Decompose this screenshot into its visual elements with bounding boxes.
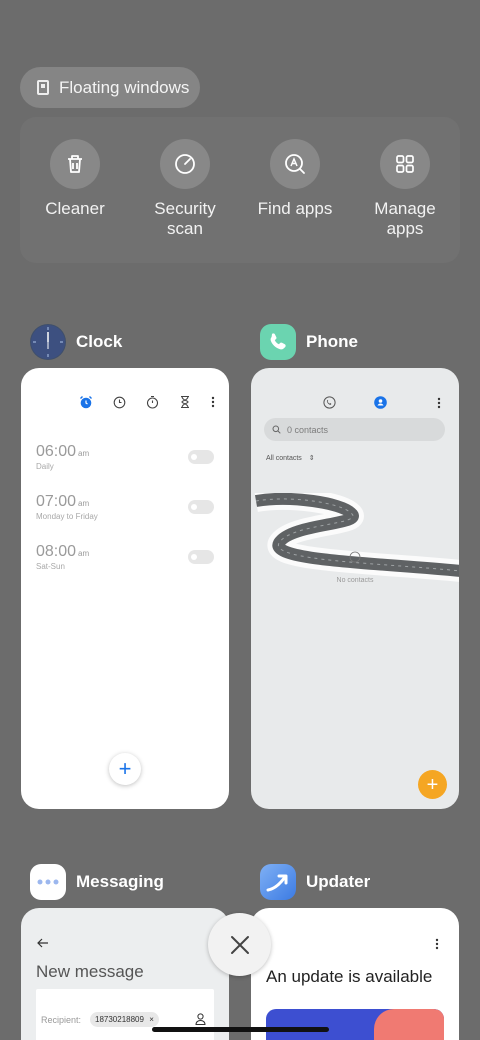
alarm-tab-icon[interactable] — [79, 395, 93, 409]
contact-picker-icon[interactable] — [195, 1013, 206, 1025]
search-icon — [272, 425, 281, 434]
updater-app-icon — [260, 864, 296, 900]
alarm-ampm: am — [78, 499, 90, 508]
add-contact-button[interactable]: + — [418, 770, 447, 799]
alarm-toggle[interactable] — [188, 500, 214, 514]
alarm-ampm: am — [78, 549, 90, 558]
security-scan-button[interactable]: Security scan — [130, 139, 240, 239]
floating-windows-button[interactable]: Floating windows — [20, 67, 200, 108]
call-log-tab-icon[interactable] — [323, 396, 336, 409]
more-options-icon[interactable] — [437, 397, 441, 409]
alarm-repeat: Monday to Friday — [36, 512, 98, 521]
filter-label: All contacts — [266, 455, 302, 462]
more-options-icon[interactable] — [435, 938, 439, 950]
recipient-chip[interactable]: 18730218809 × — [90, 1012, 159, 1027]
find-apps-button[interactable]: Find apps — [240, 139, 350, 219]
phone-app-icon — [260, 324, 296, 360]
update-heading: An update is available — [266, 967, 433, 986]
messaging-app-icon — [30, 864, 66, 900]
recipient-label: Recipient: — [41, 1015, 82, 1025]
alarm-ampm: am — [78, 449, 90, 458]
alarm-time: 06:00 — [36, 443, 77, 460]
alarm-item[interactable]: 07:00 am Monday to Friday — [36, 493, 98, 521]
floating-windows-label: Floating windows — [59, 77, 190, 97]
empty-road-illustration — [254, 493, 459, 582]
grid-icon — [380, 139, 430, 189]
contacts-search-input[interactable]: 0 contacts — [264, 418, 445, 441]
phone-app-header[interactable]: Phone — [260, 324, 358, 360]
alarm-repeat: Sat-Sun — [36, 562, 65, 571]
world-clock-tab-icon[interactable] — [113, 396, 126, 409]
home-indicator[interactable] — [152, 1027, 329, 1032]
alarm-item[interactable]: 08:00 am Sat-Sun — [36, 543, 89, 571]
recipient-chip-number: 18730218809 — [95, 1015, 144, 1024]
manage-apps-button[interactable]: Manage apps — [350, 139, 460, 239]
recipient-field[interactable]: Recipient: 18730218809 × — [36, 989, 214, 1040]
more-options-icon[interactable] — [211, 396, 215, 408]
clock-tabs — [79, 395, 215, 409]
sort-chevron-icon: ⇕ — [308, 455, 315, 462]
phone-tabs — [323, 396, 387, 409]
alarm-time: 08:00 — [36, 543, 77, 560]
search-placeholder: 0 contacts — [287, 424, 329, 435]
contacts-filter-dropdown[interactable]: All contacts ⇕ — [266, 454, 315, 462]
alarm-item[interactable]: 06:00 am Daily — [36, 443, 89, 471]
find-apps-icon — [270, 139, 320, 189]
messaging-app-header[interactable]: Messaging — [30, 864, 164, 900]
remove-recipient-icon[interactable]: × — [149, 1015, 154, 1024]
update-banner-image — [266, 1009, 444, 1040]
phone-app-name: Phone — [306, 332, 358, 351]
empty-state-text: No contacts — [336, 577, 374, 584]
messaging-app-name: Messaging — [76, 872, 164, 891]
clock-app-preview[interactable]: 06:00 am Daily 07:00 am Monday to Friday 0… — [21, 368, 229, 809]
alarm-toggle[interactable] — [188, 550, 214, 564]
alarm-time: 07:00 — [36, 493, 77, 510]
clock-app-header[interactable]: Clock — [30, 324, 122, 360]
phone-app-preview[interactable]: 0 contacts All contacts ⇕ No contacts + — [251, 368, 459, 809]
back-arrow-icon[interactable] — [37, 938, 49, 948]
quick-actions-panel: Cleaner Security scan Find apps Manage a… — [20, 117, 460, 263]
stopwatch-tab-icon[interactable] — [146, 395, 159, 409]
security-scan-label: Security scan — [154, 199, 216, 238]
contacts-tab-icon[interactable] — [374, 396, 387, 409]
find-apps-label: Find apps — [257, 199, 333, 218]
alarm-repeat: Daily — [36, 462, 54, 471]
close-all-button[interactable] — [208, 913, 271, 976]
floating-window-icon — [37, 80, 49, 95]
timer-tab-icon[interactable] — [179, 395, 191, 409]
messaging-app-preview[interactable]: New message Recipient: 18730218809 × — [21, 908, 229, 1040]
clock-app-icon — [30, 324, 66, 360]
manage-apps-label: Manage apps — [374, 199, 436, 238]
close-icon — [230, 935, 249, 954]
cleaner-button[interactable]: Cleaner — [20, 139, 130, 219]
alarm-toggle[interactable] — [188, 450, 214, 464]
new-message-title: New message — [36, 962, 144, 981]
security-scan-icon — [160, 139, 210, 189]
updater-app-preview[interactable]: An update is available — [251, 908, 459, 1040]
cleaner-label: Cleaner — [45, 199, 105, 218]
add-alarm-button[interactable]: + — [109, 753, 141, 785]
clock-app-name: Clock — [76, 332, 123, 351]
trash-icon — [50, 139, 100, 189]
updater-app-header[interactable]: Updater — [260, 864, 370, 900]
updater-app-name: Updater — [306, 872, 371, 891]
